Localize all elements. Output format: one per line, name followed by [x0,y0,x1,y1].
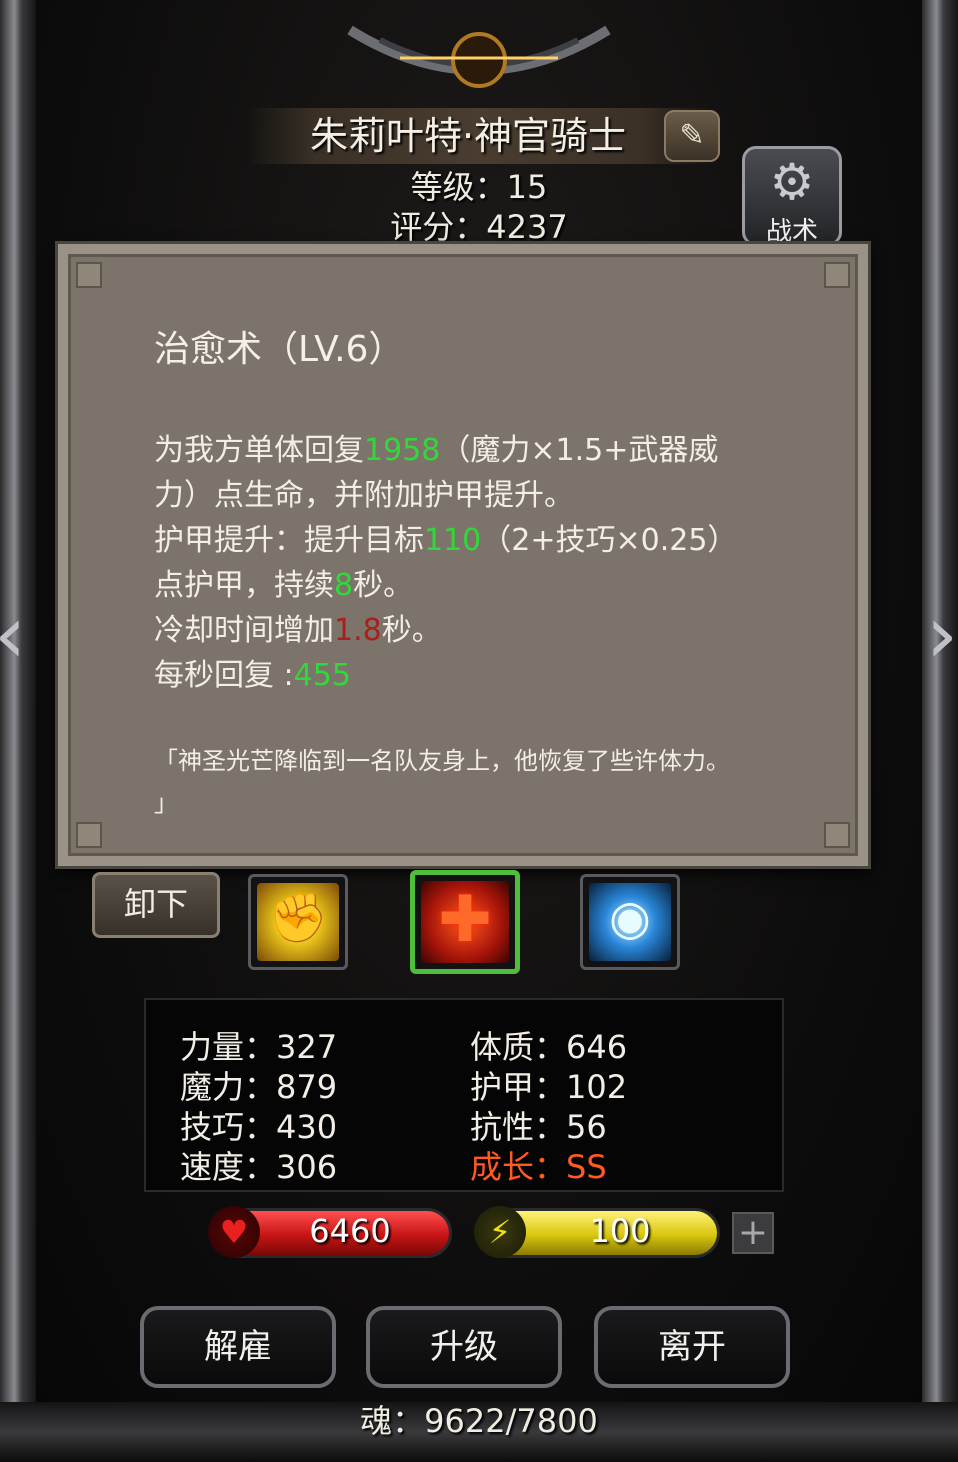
unequip-button[interactable]: 卸下 [92,872,220,938]
tactics-label: 战术 [765,217,818,247]
tooltip-corner [824,822,850,848]
heart-icon: ♥ [208,1206,260,1258]
desc-line-2: 力）点生命，并附加护甲提升。 [154,478,574,513]
stat-growth: 成长：SS [470,1148,607,1186]
add-energy-button[interactable]: + [732,1212,774,1254]
edit-name-button[interactable]: ✎ [664,110,720,162]
skill-flavor-text: 「神圣光芒降临到一名队友身上，他恢复了些许体力。 」 [154,747,730,817]
fist-icon: ✊ [268,890,328,946]
tactics-button[interactable]: ⚙ 战术 [742,146,842,247]
tooltip-corner [76,822,102,848]
duration-value: 8 [334,568,354,603]
soul-counter: 魂：9622/7800 [360,1402,598,1440]
desc-line-3: 护甲提升：提升目标110（2+技巧×0.25） [154,523,738,558]
dismiss-button[interactable]: 解雇 [140,1306,336,1388]
gear-icon: ⚙ [769,153,815,211]
tooltip-corner [76,262,102,288]
skill-slot-fist[interactable]: ✊ [248,874,348,970]
energy-value: 100 [589,1212,651,1250]
skill-title: 治愈术（LV.6） [154,329,405,370]
tooltip-corner [824,262,850,288]
hp-value: 6460 [309,1212,391,1250]
lightning-icon: ⚡ [474,1206,526,1258]
red-cross-icon: ✚ [438,883,492,957]
skill-tooltip: 治愈术（LV.6） 为我方单体回复1958（魔力×1.5+武器威 力）点生命，并… [58,244,868,866]
eye-icon: ◉ [609,890,651,946]
desc-line-5: 冷却时间增加1.8秒。 [154,613,442,648]
crescent-ornament-icon [347,25,611,88]
left-frame-border [0,0,36,1462]
prev-hero-arrow-icon[interactable]: ‹ [0,590,30,680]
desc-line-4: 点护甲，持续8秒。 [154,568,414,603]
next-hero-arrow-icon[interactable]: › [922,590,958,680]
regen-value: 455 [293,658,351,693]
leave-button[interactable]: 离开 [594,1306,790,1388]
skill-slot-eye[interactable]: ◉ [580,874,680,970]
edit-icon: ✎ [679,118,705,153]
desc-line-1: 为我方单体回复1958（魔力×1.5+武器威 [154,433,719,468]
skill-description: 为我方单体回复1958（魔力×1.5+武器威 力）点生命，并附加护甲提升。 护甲… [154,428,794,698]
upgrade-button[interactable]: 升级 [366,1306,562,1388]
armor-boost-value: 110 [424,523,482,558]
cooldown-value: 1.8 [334,613,382,648]
heal-value: 1958 [364,433,441,468]
hero-name: 朱莉叶特·神官骑士 [309,114,627,158]
skill-slot-heal[interactable]: ✚ [410,870,520,974]
stat-speed: 速度：306 [180,1148,338,1186]
right-frame-border [922,0,958,1462]
hero-score: 评分：4237 [390,208,568,246]
stats-panel: 力量：327 魔力：879 技巧：430 速度：306 体质：646 护甲：10… [144,998,784,1192]
desc-line-6: 每秒回复 :455 [154,658,351,693]
